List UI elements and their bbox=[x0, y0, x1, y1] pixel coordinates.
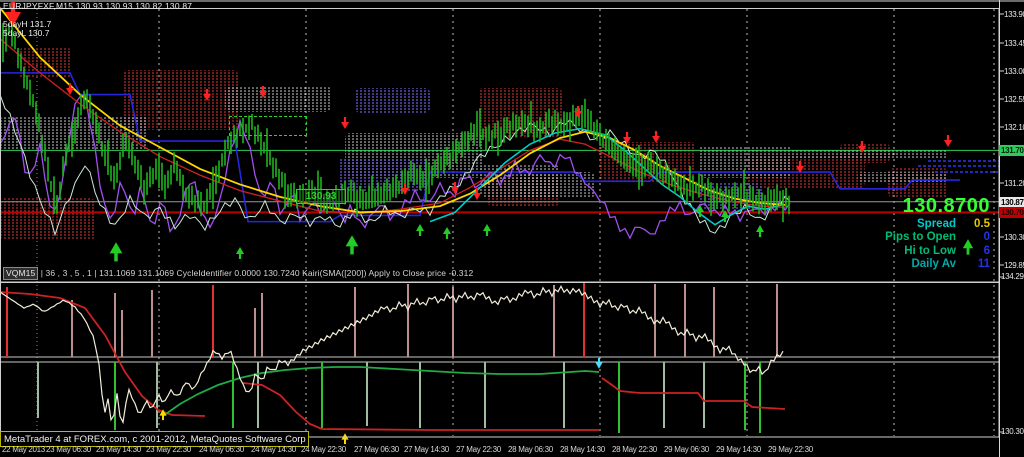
price-axis-label: 132.10 bbox=[1004, 123, 1024, 132]
quote-row-value: 0.5 bbox=[956, 218, 990, 230]
buy-arrow-icon bbox=[110, 242, 123, 253]
buy-arrow-icon bbox=[443, 227, 451, 234]
price-axis-label: 133.00 bbox=[1004, 67, 1024, 76]
time-axis-label: 29 May 06:30 bbox=[664, 445, 709, 454]
price-axis-label: 134.295 bbox=[1001, 272, 1024, 281]
kairi-readout: Kairi(SMA([200]) Apply to Close price -0… bbox=[300, 268, 474, 278]
white-dotted-cloud bbox=[225, 86, 331, 112]
cycle-identifier-readout: CycleIdentifier 0.0000 130.7240 bbox=[174, 268, 300, 278]
quote-row: Hi to Low6 bbox=[880, 245, 990, 257]
time-axis-label: 27 May 14:30 bbox=[404, 445, 449, 454]
violet-dotted-cloud bbox=[355, 88, 430, 113]
price-marker-box[interactable]: 130.93 bbox=[296, 189, 346, 204]
quote-row: Spread0.5 bbox=[880, 218, 990, 230]
buy-arrow-icon bbox=[346, 235, 359, 246]
time-axis-label: 23 May 14:30 bbox=[96, 445, 141, 454]
time-axis-label: 28 May 22:30 bbox=[612, 445, 657, 454]
time-axis-label: 28 May 14:30 bbox=[560, 445, 605, 454]
sell-arrow-icon bbox=[473, 193, 481, 200]
indicator-params: | 36 , 3 , 5 , 1 | 131.1069 131.1069 bbox=[38, 268, 174, 278]
price-axis-label: 129.85 bbox=[1004, 261, 1024, 270]
buy-arrow-icon bbox=[416, 224, 424, 231]
quote-panel: 130.8700 Spread0.5Pips to Open0Hi to Low… bbox=[880, 196, 990, 270]
red-dotted-cloud bbox=[0, 198, 95, 240]
price-axis-label: 133.90 bbox=[1004, 10, 1024, 19]
oscillator-marker-arrow-icon bbox=[595, 362, 602, 368]
indicator-name[interactable]: VQM15 bbox=[3, 267, 38, 280]
time-axis-label: 27 May 06:30 bbox=[354, 445, 399, 454]
quote-row-value: 0 bbox=[956, 231, 990, 243]
time-axis-label: 22 May 2013 bbox=[2, 445, 45, 454]
sell-arrow-icon bbox=[341, 122, 349, 129]
mt4-chart-window: EURJPYFXF,M15 130.93 130.93 130.82 130.8… bbox=[0, 0, 1024, 457]
time-axis-label: 24 May 14:30 bbox=[251, 445, 296, 454]
price-axis-highlight: 130.70 bbox=[999, 207, 1024, 218]
indicator-header: VQM15 | 36 , 3 , 5 , 1 | 131.1069 131.10… bbox=[3, 269, 473, 278]
quote-row-label: Daily Av bbox=[911, 258, 956, 270]
quote-row-label: Pips to Open bbox=[885, 231, 956, 243]
time-axis-label: 28 May 06:30 bbox=[508, 445, 553, 454]
quote-row-value: 11 bbox=[956, 258, 990, 270]
buy-arrow-icon bbox=[236, 247, 244, 254]
buy-arrow-icon bbox=[756, 225, 764, 232]
chart-canvas[interactable] bbox=[0, 0, 1024, 457]
sell-arrow-icon bbox=[944, 140, 952, 147]
price-axis-label: 131.20 bbox=[1004, 179, 1024, 188]
price-axis-label: 130.302 bbox=[1001, 427, 1024, 436]
price-axis-highlight: 131.70 bbox=[999, 145, 1024, 156]
time-axis-label: 23 May 22:30 bbox=[146, 445, 191, 454]
time-axis-label: 27 May 22:30 bbox=[456, 445, 501, 454]
lower-panel-border bbox=[1, 283, 1000, 438]
lower-green-signal-line bbox=[163, 367, 599, 416]
price-axis-label: 133.45 bbox=[1004, 39, 1024, 48]
day-low-label: 5dayL 130.7 bbox=[3, 29, 49, 38]
white-dotted-cloud bbox=[520, 172, 595, 198]
quote-row-label: Spread bbox=[917, 218, 956, 230]
time-axis-label: 23 May 06:30 bbox=[46, 445, 91, 454]
time-axis-label: 29 May 14:30 bbox=[716, 445, 761, 454]
time-axis-label: 24 May 06:30 bbox=[199, 445, 244, 454]
quote-rows: Spread0.5Pips to Open0Hi to Low6Daily Av… bbox=[880, 218, 990, 271]
sell-arrow-icon bbox=[652, 136, 660, 143]
price-axis-label: 132.55 bbox=[1004, 95, 1024, 104]
oscillator-marker-arrow-icon bbox=[341, 433, 348, 439]
price-marker-box[interactable] bbox=[229, 116, 307, 136]
time-axis-label: 29 May 22:30 bbox=[768, 445, 813, 454]
price-axis-label: 130.30 bbox=[1004, 233, 1024, 242]
time-axis-label: 24 May 22:30 bbox=[301, 445, 346, 454]
quote-row-label: Hi to Low bbox=[904, 245, 956, 257]
ohlc-readout: EURJPYFXF,M15 130.93 130.93 130.82 130.8… bbox=[3, 2, 192, 11]
quote-row: Daily Av11 bbox=[880, 258, 990, 270]
lower-white-oscillator-line bbox=[0, 286, 783, 422]
buy-arrow-icon bbox=[483, 224, 491, 231]
quote-row: Pips to Open0 bbox=[880, 231, 990, 243]
lower-red-signal-line bbox=[602, 378, 785, 409]
quote-row-value: 6 bbox=[956, 245, 990, 257]
bid-price: 130.8700 bbox=[880, 196, 990, 216]
